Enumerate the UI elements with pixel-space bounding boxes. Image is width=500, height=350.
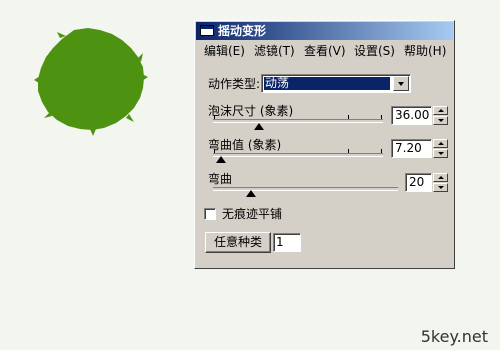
bend-value-track[interactable] (213, 153, 383, 157)
action-type-value: 动荡 (264, 77, 390, 90)
spin-up-button[interactable] (433, 106, 448, 115)
menu-help[interactable]: 帮助(H) (404, 44, 446, 58)
bend-spinner[interactable] (433, 173, 448, 192)
watermark: 5key.net (420, 327, 488, 346)
arrow-up-icon (438, 109, 444, 112)
tick (381, 149, 382, 153)
spin-down-button[interactable] (433, 183, 448, 192)
arrow-down-icon (438, 186, 444, 189)
spin-down-button[interactable] (433, 116, 448, 125)
bend-thumb[interactable] (246, 190, 256, 197)
bubble-size-track[interactable] (213, 119, 383, 123)
bubble-size-thumb[interactable] (254, 123, 264, 130)
random-seed-button[interactable]: 任意种类 (205, 232, 271, 253)
bend-value-input[interactable]: 7.20 (391, 139, 432, 158)
tick (348, 115, 349, 119)
dropdown-button[interactable] (393, 76, 409, 91)
menu-edit[interactable]: 编辑(E) (204, 44, 245, 58)
bubble-size-spinner[interactable] (433, 106, 448, 125)
chevron-down-icon (398, 82, 404, 86)
menu-bar: 编辑(E) 滤镜(T) 查看(V) 设置(S) 帮助(H) (195, 41, 454, 61)
arrow-up-icon (438, 176, 444, 179)
seamless-checkbox[interactable] (204, 208, 216, 220)
spin-down-button[interactable] (433, 149, 448, 158)
menu-filter[interactable]: 滤镜(T) (254, 44, 295, 58)
seamless-label: 无痕迹平铺 (222, 207, 283, 221)
bend-label: 弯曲 (208, 172, 233, 186)
tick (348, 149, 349, 153)
action-type-label: 动作类型: (208, 77, 261, 91)
bend-track[interactable] (213, 187, 398, 191)
preview-blob (30, 26, 152, 138)
arrow-down-icon (438, 152, 444, 155)
action-type-select[interactable]: 动荡 (261, 74, 411, 93)
bubble-size-label: 泡沫尺寸 (象素) (208, 104, 294, 118)
shake-transform-window: 摇动变形 编辑(E) 滤镜(T) 查看(V) 设置(S) 帮助(H) 动作类型:… (194, 20, 455, 269)
title-bar[interactable]: 摇动变形 (196, 22, 453, 40)
bend-value-thumb[interactable] (216, 156, 226, 163)
tick (214, 149, 215, 153)
seed-input[interactable]: 1 (273, 233, 301, 252)
spin-up-button[interactable] (433, 173, 448, 182)
tick (214, 115, 215, 119)
bend-value-label: 弯曲值 (象素) (208, 138, 282, 152)
arrow-down-icon (438, 119, 444, 122)
window-icon (200, 25, 214, 36)
tick (381, 115, 382, 119)
menu-view[interactable]: 查看(V) (304, 44, 346, 58)
spin-up-button[interactable] (433, 139, 448, 148)
arrow-up-icon (438, 142, 444, 145)
bend-input[interactable]: 20 (405, 173, 432, 192)
window-title: 摇动变形 (218, 24, 267, 38)
bubble-size-input[interactable]: 36.00 (391, 106, 432, 125)
bend-value-spinner[interactable] (433, 139, 448, 158)
menu-settings[interactable]: 设置(S) (354, 44, 395, 58)
